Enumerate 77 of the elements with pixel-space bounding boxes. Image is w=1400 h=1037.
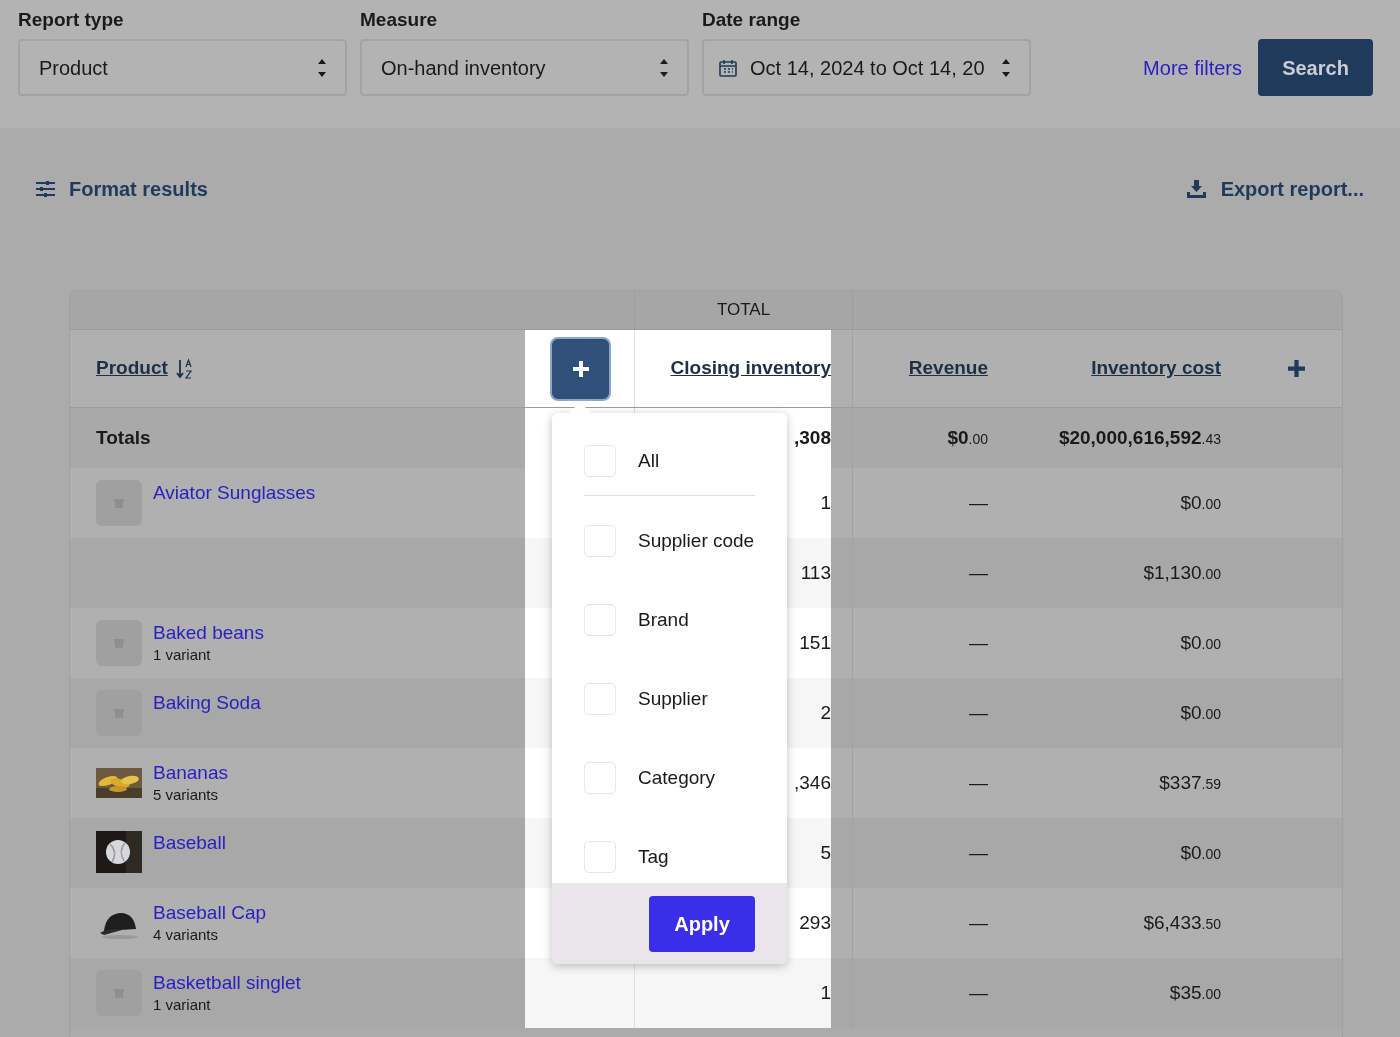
- sort-icon: [175, 357, 194, 380]
- product-link[interactable]: Baseball Cap: [153, 901, 267, 925]
- calendar-icon: [718, 57, 738, 78]
- apply-button[interactable]: Apply: [649, 895, 755, 952]
- table-cell-text: 2: [820, 700, 831, 725]
- table-cell-text: 1: [820, 980, 831, 1005]
- add-column-button[interactable]: [552, 338, 609, 399]
- checkbox[interactable]: [584, 604, 616, 636]
- table-cell-text: $0.00: [1180, 630, 1221, 655]
- table-cell-text: $0.00: [947, 425, 988, 450]
- column-header[interactable]: Revenue: [908, 354, 988, 383]
- table-cell-text: $0.00: [1180, 700, 1221, 725]
- table-cell-text: 113: [800, 560, 831, 585]
- download-icon: [1186, 180, 1206, 198]
- table-cell-text: $20,000,616,592.43: [1058, 425, 1221, 450]
- add-column-icon[interactable]: [1288, 360, 1305, 377]
- product-link[interactable]: Basketball singlet: [153, 971, 301, 995]
- column-option[interactable]: All: [552, 444, 787, 478]
- column-option[interactable]: Category: [552, 761, 787, 795]
- product-link[interactable]: Aviator Sunglasses: [153, 481, 316, 505]
- variant-count: 1 variant: [153, 995, 212, 1015]
- column-option[interactable]: Supplier code: [552, 524, 787, 558]
- checkbox[interactable]: [584, 683, 616, 715]
- table-cell-text: 293: [799, 910, 831, 935]
- updown-caret-icon: [1001, 57, 1011, 78]
- table-cell-text: —: [969, 980, 988, 1005]
- more-filters-link[interactable]: More filters: [1143, 52, 1242, 83]
- variant-count: 4 variants: [153, 925, 220, 945]
- select-field[interactable]: Product: [18, 39, 347, 96]
- field-label: Report type: [18, 9, 125, 31]
- column-header[interactable]: Inventory cost: [1091, 354, 1221, 383]
- column-group-header: TOTAL: [716, 299, 771, 322]
- checkbox[interactable]: [584, 841, 616, 873]
- table-cell-text: —: [969, 840, 988, 865]
- checkbox[interactable]: [584, 525, 616, 557]
- table-cell-text: —: [969, 490, 988, 515]
- table-cell-text: ,308: [794, 425, 831, 450]
- table-cell-text: —: [969, 630, 988, 655]
- product-link[interactable]: Baseball: [153, 831, 226, 855]
- table-cell-text: 1: [820, 490, 831, 515]
- variant-count: 1 variant: [153, 645, 212, 665]
- select-field[interactable]: On-hand inventory: [360, 39, 689, 96]
- product-link[interactable]: Baked beans: [153, 621, 264, 645]
- product-link[interactable]: Baking Soda: [153, 691, 261, 715]
- variant-count: 5 variants: [153, 785, 220, 805]
- table-cell-text: $0.00: [1180, 490, 1221, 515]
- table-cell-text: $337.59: [1159, 770, 1221, 795]
- table-cell-text: —: [969, 910, 988, 935]
- totals-label: Totals: [96, 425, 151, 450]
- column-option[interactable]: Tag: [552, 840, 787, 874]
- table-cell-text: $6,433.50: [1143, 910, 1221, 935]
- table-cell-text: ,346: [794, 770, 831, 795]
- checkbox[interactable]: [584, 762, 616, 794]
- updown-caret-icon: [659, 57, 669, 78]
- date-range-field[interactable]: Oct 14, 2024 to Oct 14, 20: [702, 39, 1031, 96]
- column-option[interactable]: Brand: [552, 603, 787, 637]
- column-option[interactable]: Supplier: [552, 682, 787, 716]
- table-cell-text: —: [969, 560, 988, 585]
- plus-icon: [572, 360, 589, 377]
- search-button[interactable]: Search: [1258, 39, 1373, 96]
- product-link[interactable]: Bananas: [153, 761, 228, 785]
- column-header[interactable]: Closing inventory: [670, 354, 831, 383]
- updown-caret-icon: [317, 57, 327, 78]
- table-cell-text: $0.00: [1180, 840, 1221, 865]
- sliders-icon: [36, 181, 55, 197]
- format-results-link[interactable]: Format results: [36, 174, 208, 204]
- table-cell-text: 5: [820, 840, 831, 865]
- table-cell-text: —: [969, 700, 988, 725]
- checkbox[interactable]: [584, 445, 616, 477]
- table-cell-text: —: [969, 770, 988, 795]
- table-cell-text: 151: [799, 630, 831, 655]
- field-label: Date range: [702, 9, 802, 31]
- column-header[interactable]: Product: [96, 354, 168, 383]
- table-cell-text: $1,130.00: [1143, 560, 1221, 585]
- export-report-link[interactable]: Export report...: [1186, 174, 1364, 204]
- field-label: Measure: [360, 9, 439, 31]
- table-cell-text: $35.00: [1169, 980, 1221, 1005]
